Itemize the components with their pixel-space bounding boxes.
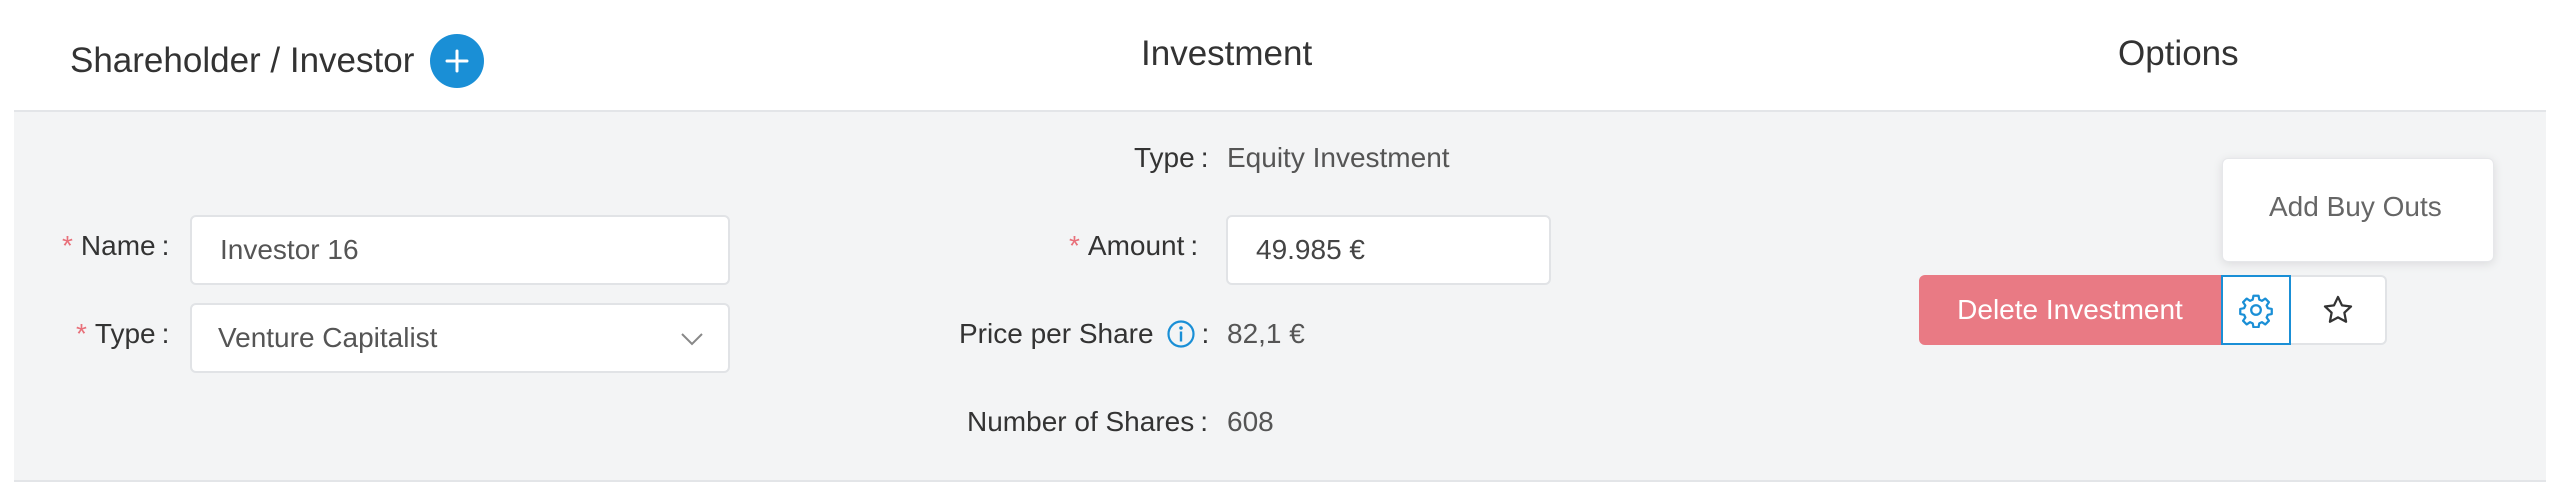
plus-icon: [445, 49, 469, 73]
table-row: * Name: Investor 16 * Type: Venture Capita…: [14, 112, 2546, 482]
add-shareholder-button[interactable]: [430, 34, 485, 88]
name-label: * Name:: [62, 230, 170, 261]
delete-investment-button[interactable]: Delete Investment: [1919, 275, 2221, 345]
required-marker: *: [62, 230, 73, 261]
favorite-button[interactable]: [2291, 275, 2387, 345]
amount-label: * Amount:: [1069, 230, 1199, 261]
shareholder-type-select[interactable]: Venture Capitalist: [190, 303, 730, 373]
investment-type-label: Type:: [1134, 142, 1209, 173]
price-per-share-value: 82,1 €: [1227, 318, 1305, 349]
table-header: Shareholder / Investor Investment Option…: [14, 0, 2546, 112]
number-of-shares-value: 608: [1227, 406, 1274, 437]
shareholder-type-label: * Type:: [76, 318, 170, 349]
chevron-down-icon: [681, 333, 703, 346]
shareholder-type-value: Venture Capitalist: [218, 322, 438, 353]
add-buy-outs-menu-item[interactable]: Add Buy Outs: [2269, 191, 2442, 223]
shareholder-column-header: Shareholder / Investor: [70, 34, 485, 88]
required-marker: *: [76, 318, 87, 349]
settings-button[interactable]: [2221, 275, 2291, 345]
star-icon: [2323, 295, 2353, 323]
delete-investment-label: Delete Investment: [1957, 294, 2183, 325]
amount-input[interactable]: 49.985 €: [1226, 215, 1551, 285]
shareholder-column-title: Shareholder / Investor: [70, 41, 415, 80]
options-column-title: Options: [2118, 34, 2239, 73]
number-of-shares-label: Number of Shares:: [967, 406, 1208, 437]
required-marker: *: [1069, 230, 1080, 261]
amount-input-value: 49.985 €: [1256, 234, 1365, 265]
info-icon[interactable]: [1166, 319, 1196, 349]
investment-column-title: Investment: [1141, 34, 1313, 73]
name-input[interactable]: Investor 16: [190, 215, 730, 285]
name-input-value: Investor 16: [220, 234, 359, 265]
investment-type-value: Equity Investment: [1227, 142, 1450, 173]
price-per-share-label: Price per Share :: [959, 318, 1210, 349]
options-dropdown-menu: Add Buy Outs: [2222, 158, 2494, 262]
gear-icon: [2239, 294, 2273, 328]
